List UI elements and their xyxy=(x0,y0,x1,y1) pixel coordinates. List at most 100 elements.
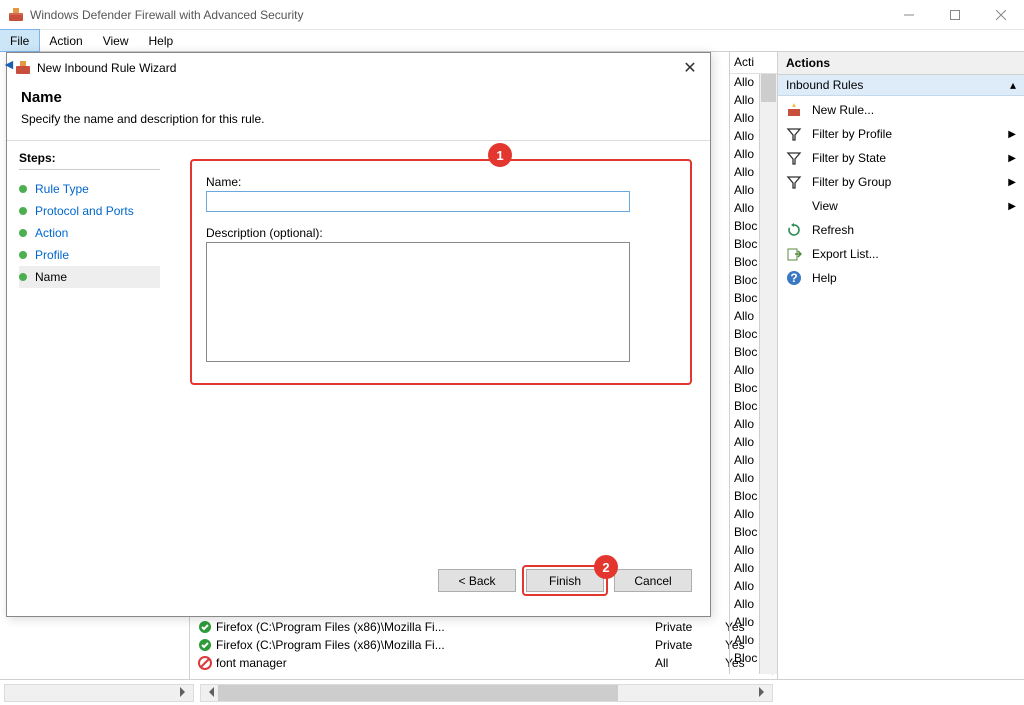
name-input[interactable] xyxy=(206,191,630,212)
rule-action-cell[interactable]: Allo xyxy=(730,578,777,596)
rule-action-cell[interactable]: Allo xyxy=(730,542,777,560)
collapse-icon: ▴ xyxy=(1010,78,1016,92)
rule-action-cell[interactable]: Allo xyxy=(730,200,777,218)
tree-hscroll[interactable] xyxy=(4,684,194,702)
rule-action-cell[interactable]: Bloc xyxy=(730,380,777,398)
cancel-button[interactable]: Cancel xyxy=(614,569,692,592)
action-view[interactable]: View▶ xyxy=(778,194,1024,218)
rule-action-cell[interactable]: Allo xyxy=(730,632,777,650)
step-rule-type[interactable]: Rule Type xyxy=(19,178,160,200)
action-filter-by-state[interactable]: Filter by State▶ xyxy=(778,146,1024,170)
bullet-icon xyxy=(19,207,27,215)
scrollbar-thumb[interactable] xyxy=(761,74,776,102)
rule-profile: Private xyxy=(655,638,725,652)
name-label: Name: xyxy=(206,175,676,189)
rule-action-column: Acti AlloAlloAlloAlloAlloAlloAlloAlloBlo… xyxy=(729,52,777,674)
back-nav-icon[interactable]: ◄ xyxy=(2,56,16,72)
wizard-close-button[interactable]: ✕ xyxy=(674,56,706,80)
rule-action-cell[interactable]: Bloc xyxy=(730,488,777,506)
rule-name: Firefox (C:\Program Files (x86)\Mozilla … xyxy=(216,620,655,634)
action-new-rule-[interactable]: New Rule... xyxy=(778,98,1024,122)
action-filter-by-profile[interactable]: Filter by Profile▶ xyxy=(778,122,1024,146)
step-protocol-and-ports[interactable]: Protocol and Ports xyxy=(19,200,160,222)
rule-action-cell[interactable]: Allo xyxy=(730,434,777,452)
description-label: Description (optional): xyxy=(206,226,676,240)
wizard-button-row: < Back Finish 2 Cancel xyxy=(438,565,692,596)
menu-action[interactable]: Action xyxy=(39,30,92,51)
bullet-icon xyxy=(19,185,27,193)
actions-title: Actions xyxy=(778,52,1024,75)
step-label: Action xyxy=(35,226,68,240)
actions-section-header[interactable]: Inbound Rules ▴ xyxy=(778,75,1024,96)
menu-bar: File Action View Help xyxy=(0,30,1024,52)
menu-view[interactable]: View xyxy=(93,30,139,51)
rule-profile: All xyxy=(655,656,725,670)
rule-action-cell[interactable]: Allo xyxy=(730,560,777,578)
action-filter-by-group[interactable]: Filter by Group▶ xyxy=(778,170,1024,194)
action-refresh[interactable]: Refresh xyxy=(778,218,1024,242)
filter-icon xyxy=(786,150,802,166)
rule-action-cell[interactable]: Bloc xyxy=(730,398,777,416)
rule-action-cell[interactable]: Bloc xyxy=(730,236,777,254)
rule-row[interactable]: font managerAllYes xyxy=(190,654,765,672)
action-label: Help xyxy=(812,271,837,285)
allow-icon xyxy=(198,638,212,652)
status-bar xyxy=(0,679,1024,705)
callout-1: 1 xyxy=(488,143,512,167)
rule-action-cell[interactable]: Bloc xyxy=(730,290,777,308)
rule-action-cell[interactable]: Bloc xyxy=(730,344,777,362)
rule-action-cell[interactable]: Bloc xyxy=(730,272,777,290)
chevron-right-icon: ▶ xyxy=(1008,201,1016,212)
rule-row[interactable]: Firefox (C:\Program Files (x86)\Mozilla … xyxy=(190,618,765,636)
rule-action-cell[interactable]: Allo xyxy=(730,128,777,146)
rule-action-cell[interactable]: Allo xyxy=(730,362,777,380)
callout-2: 2 xyxy=(594,555,618,579)
rule-row[interactable]: Firefox (C:\Program Files (x86)\Mozilla … xyxy=(190,636,765,654)
maximize-button[interactable] xyxy=(932,0,978,29)
menu-help[interactable]: Help xyxy=(139,30,184,51)
back-button[interactable]: < Back xyxy=(438,569,516,592)
step-name[interactable]: Name xyxy=(19,266,160,288)
rule-action-cell[interactable]: Bloc xyxy=(730,524,777,542)
finish-button[interactable]: Finish xyxy=(526,569,604,592)
steps-label: Steps: xyxy=(19,151,160,170)
bullet-icon xyxy=(19,273,27,281)
step-profile[interactable]: Profile xyxy=(19,244,160,266)
rule-action-cell[interactable]: Allo xyxy=(730,614,777,632)
close-button[interactable] xyxy=(978,0,1024,29)
action-export-list-[interactable]: Export List... xyxy=(778,242,1024,266)
filter-icon xyxy=(786,174,802,190)
rule-action-header[interactable]: Acti xyxy=(730,52,777,74)
rule-action-cell[interactable]: Allo xyxy=(730,506,777,524)
minimize-button[interactable] xyxy=(886,0,932,29)
wizard-steps: Steps: Rule TypeProtocol and Ports Action… xyxy=(7,141,172,610)
rule-action-cell[interactable]: Allo xyxy=(730,182,777,200)
rule-name: font manager xyxy=(216,656,655,670)
rule-action-cell[interactable]: Allo xyxy=(730,470,777,488)
rule-action-cell[interactable]: Bloc xyxy=(730,326,777,344)
grid-hscroll[interactable] xyxy=(200,684,773,702)
rule-action-cell[interactable]: Allo xyxy=(730,596,777,614)
rule-action-cell[interactable]: Bloc xyxy=(730,254,777,272)
rule-action-cell[interactable]: Allo xyxy=(730,146,777,164)
bullet-icon xyxy=(19,251,27,259)
rule-action-cell[interactable]: Allo xyxy=(730,164,777,182)
rule-action-cell[interactable]: Allo xyxy=(730,110,777,128)
action-help[interactable]: ? Help xyxy=(778,266,1024,290)
refresh-icon xyxy=(786,222,802,238)
step-action[interactable]: Action xyxy=(19,222,160,244)
block-icon xyxy=(198,656,212,670)
wizard-title: New Inbound Rule Wizard xyxy=(37,61,674,75)
rule-action-cell[interactable]: Allo xyxy=(730,452,777,470)
svg-text:?: ? xyxy=(790,271,797,285)
export-icon xyxy=(786,246,802,262)
wizard-heading: Name xyxy=(21,89,696,106)
menu-file[interactable]: File xyxy=(0,30,39,51)
rule-action-cell[interactable]: Bloc xyxy=(730,218,777,236)
action-label: Filter by State xyxy=(812,151,886,165)
description-input[interactable] xyxy=(206,242,630,362)
rule-action-cell[interactable]: Bloc xyxy=(730,650,777,668)
window-title: Windows Defender Firewall with Advanced … xyxy=(30,8,886,22)
rule-action-cell[interactable]: Allo xyxy=(730,308,777,326)
rule-action-cell[interactable]: Allo xyxy=(730,416,777,434)
